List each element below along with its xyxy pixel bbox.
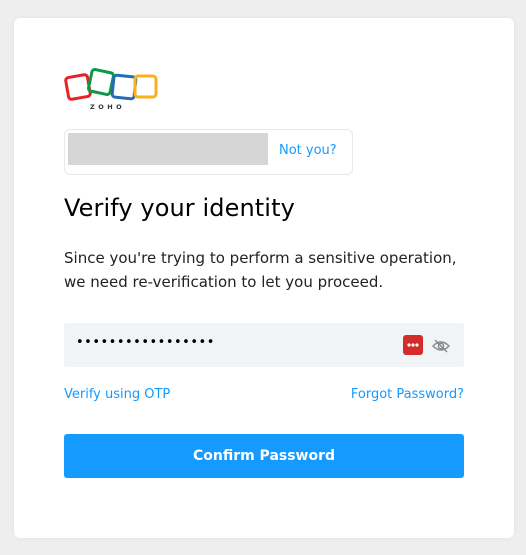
forgot-password-link[interactable]: Forgot Password? [351,387,464,402]
verify-otp-link[interactable]: Verify using OTP [64,387,170,402]
password-value[interactable]: ••••••••••••••••• [76,335,215,350]
not-you-link[interactable]: Not you? [279,143,337,158]
logo-text: ZOHO [90,103,126,111]
eye-slash-icon[interactable] [432,338,450,353]
account-email-redacted [68,133,268,165]
page-title: Verify your identity [64,194,295,222]
password-field[interactable]: ••••••••••••••••• [64,323,464,367]
description-text: Since you're trying to perform a sensiti… [64,249,457,291]
password-manager-icon[interactable] [403,335,423,355]
confirm-password-button[interactable]: Confirm Password [64,434,464,478]
verify-card: ZOHO Not you? Verify your identity Since… [14,18,514,538]
account-box: Not you? [64,129,353,175]
